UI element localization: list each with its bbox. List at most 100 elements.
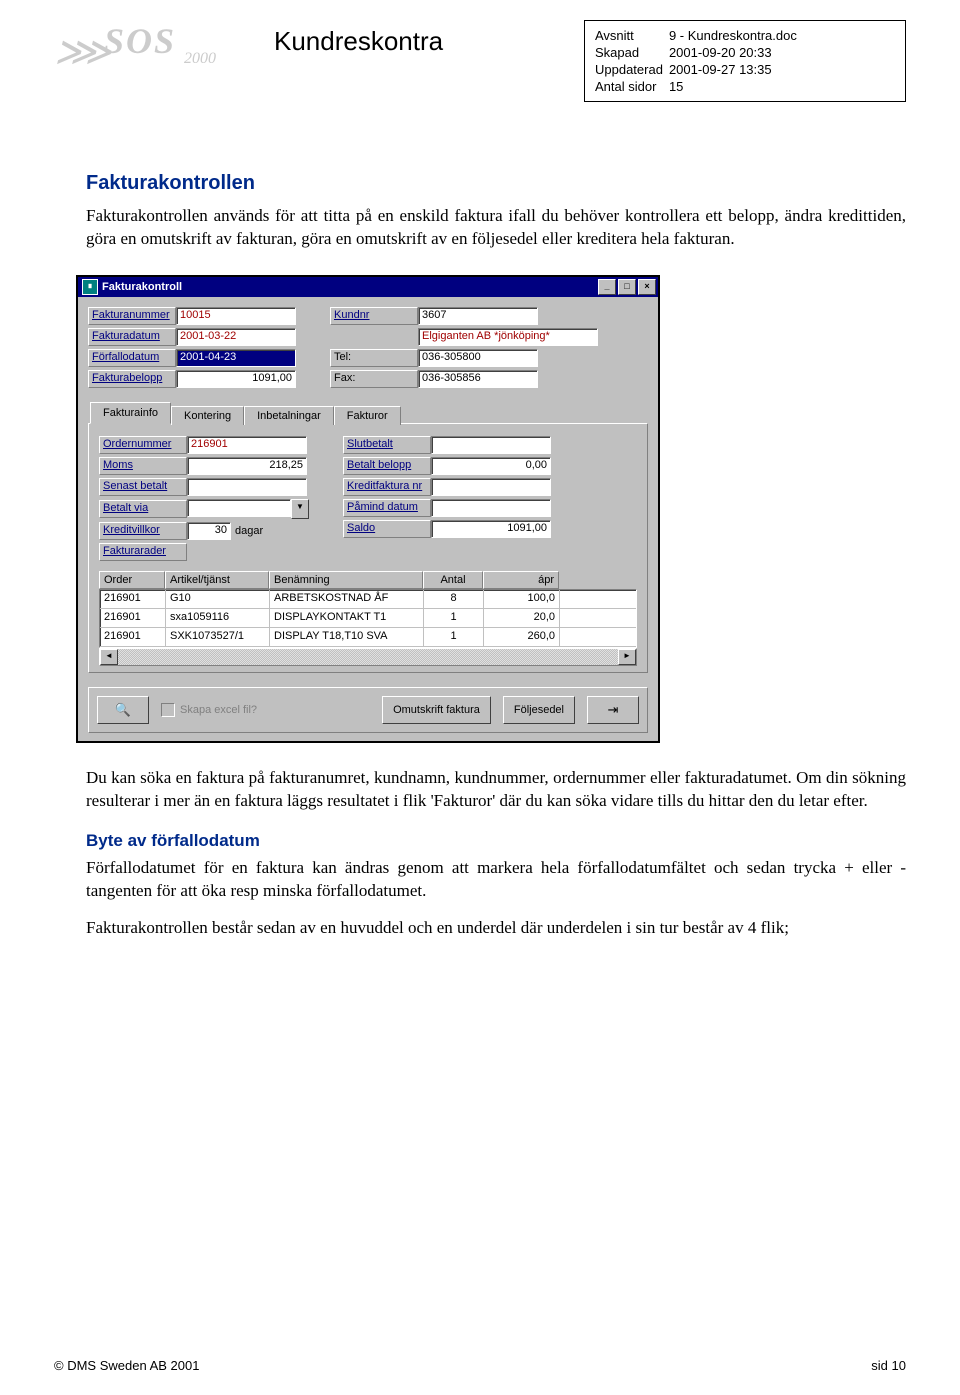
field-label[interactable]: Fakturarader (99, 543, 187, 561)
field-value[interactable] (187, 499, 291, 517)
field-label[interactable]: Kreditfaktura nr (343, 478, 431, 496)
field-value[interactable]: 2001-03-22 (176, 328, 296, 346)
cell: 1 (424, 628, 484, 646)
checkbox-icon (161, 703, 175, 717)
section-title: Fakturakontrollen (86, 172, 906, 195)
cell: 8 (424, 590, 484, 608)
field-value[interactable]: 2001-04-23 (176, 349, 296, 367)
footer-copyright: © DMS Sweden AB 2001 (54, 1358, 199, 1373)
cell: 216901 (100, 609, 166, 627)
field-label[interactable]: Saldo (343, 520, 431, 538)
cell: 216901 (100, 628, 166, 646)
cell: 100,0 (484, 590, 560, 608)
meta-key: Uppdaterad (595, 61, 669, 78)
field-label[interactable]: Förfallodatum (88, 349, 176, 367)
footer-page: sid 10 (871, 1358, 906, 1373)
scroll-left-icon[interactable]: ◄ (100, 649, 118, 665)
field-label[interactable]: Slutbetalt (343, 436, 431, 454)
field-label[interactable]: Moms (99, 457, 187, 475)
field-value[interactable]: Elgiganten AB *jönköping* (418, 328, 598, 346)
cell: G10 (166, 590, 270, 608)
tab-fakturainfo[interactable]: Fakturainfo (90, 402, 171, 424)
meta-val: 15 (669, 78, 803, 95)
foljesedel-button[interactable]: Följesedel (503, 696, 575, 724)
col-header[interactable]: Antal (423, 571, 483, 589)
hscrollbar[interactable]: ◄ ► (99, 648, 637, 666)
exit-button[interactable]: ⇥ (587, 696, 639, 724)
window-fakturakontroll: ∎ Fakturakontroll _ □ × Fakturanummer100… (76, 275, 660, 743)
field-label: Tel: (330, 349, 418, 367)
field-label[interactable]: Fakturadatum (88, 328, 176, 346)
exit-icon: ⇥ (608, 702, 619, 718)
field-label[interactable]: Kundnr (330, 307, 418, 325)
search-button[interactable]: 🔍 (97, 696, 149, 724)
field-label[interactable]: Betalt via (99, 500, 187, 518)
field-label: Fax: (330, 370, 418, 388)
body-text: Fakturakontrollen används för att titta … (86, 205, 906, 251)
table-row[interactable]: 216901G10ARBETSKOSTNAD ÅF8100,0 (100, 590, 636, 609)
app-icon: ∎ (82, 279, 98, 295)
excel-checkbox[interactable]: Skapa excel fil? (161, 703, 257, 717)
col-header[interactable]: Artikel/tjänst (165, 571, 269, 589)
field-value[interactable]: 10015 (176, 307, 296, 325)
field-value[interactable]: 036-305856 (418, 370, 538, 388)
field-label[interactable]: Fakturanummer (88, 307, 176, 325)
field-label[interactable]: Fakturabelopp (88, 370, 176, 388)
meta-key: Skapad (595, 44, 669, 61)
col-header[interactable]: Benämning (269, 571, 423, 589)
field-value[interactable]: 0,00 (431, 457, 551, 475)
meta-val: 9 - Kundreskontra.doc (669, 27, 803, 44)
col-header[interactable]: ápr (483, 571, 559, 589)
table-row[interactable]: 216901SXK1073527/1DISPLAY T18,T10 SVA126… (100, 628, 636, 647)
field-value[interactable] (431, 436, 551, 454)
field-value[interactable]: 1091,00 (431, 520, 551, 538)
unit-label: dagar (235, 525, 263, 537)
tab-bar: FakturainfoKonteringInbetalningarFakturo… (88, 402, 648, 424)
close-button[interactable]: × (638, 279, 656, 295)
meta-val: 2001-09-20 20:33 (669, 44, 803, 61)
window-title: Fakturakontroll (102, 281, 182, 293)
body-text: Förfallodatumet för en faktura kan ändra… (86, 857, 906, 903)
table-row[interactable]: 216901sxa1059116DISPLAYKONTAKT T1120,0 (100, 609, 636, 628)
meta-val: 2001-09-27 13:35 (669, 61, 803, 78)
field-value[interactable]: 216901 (187, 436, 307, 454)
field-value[interactable] (187, 478, 307, 496)
cell: 216901 (100, 590, 166, 608)
scroll-right-icon[interactable]: ► (618, 649, 636, 665)
body-text: Fakturakontrollen består sedan av en huv… (86, 917, 906, 940)
tab-inbetalningar[interactable]: Inbetalningar (244, 406, 334, 425)
tab-kontering[interactable]: Kontering (171, 406, 244, 425)
dropdown-icon[interactable]: ▼ (291, 499, 309, 519)
field-value[interactable]: 036-305800 (418, 349, 538, 367)
maximize-button[interactable]: □ (618, 279, 636, 295)
field-value[interactable]: 218,25 (187, 457, 307, 475)
titlebar[interactable]: ∎ Fakturakontroll _ □ × (78, 277, 658, 297)
omutskrift-button[interactable]: Omutskrift faktura (382, 696, 491, 724)
field-value[interactable]: 3607 (418, 307, 538, 325)
field-value[interactable]: 1091,00 (176, 370, 296, 388)
field-label[interactable]: Senast betalt (99, 478, 187, 496)
cell: 1 (424, 609, 484, 627)
field-label[interactable]: Ordernummer (99, 436, 187, 454)
metadata-box: Avsnitt9 - Kundreskontra.docSkapad2001-0… (584, 20, 906, 102)
field-value[interactable] (431, 478, 551, 496)
field-value[interactable] (431, 499, 551, 517)
cell: SXK1073527/1 (166, 628, 270, 646)
cell: 260,0 (484, 628, 560, 646)
field-value[interactable]: 30 (187, 522, 231, 540)
cell: ARBETSKOSTNAD ÅF (270, 590, 424, 608)
tab-panel: Ordernummer216901Moms218,25Senast betalt… (88, 423, 648, 673)
meta-key: Avsnitt (595, 27, 669, 44)
cell: 20,0 (484, 609, 560, 627)
minimize-button[interactable]: _ (598, 279, 616, 295)
field-label[interactable]: Betalt belopp (343, 457, 431, 475)
col-header[interactable]: Order (99, 571, 165, 589)
field-label[interactable]: Påmind datum (343, 499, 431, 517)
body-text: Du kan söka en faktura på fakturanumret,… (86, 767, 906, 813)
binoculars-icon: 🔍 (115, 702, 131, 718)
tab-fakturor[interactable]: Fakturor (334, 406, 401, 425)
meta-key: Antal sidor (595, 78, 669, 95)
field-label[interactable]: Kreditvillkor (99, 522, 187, 540)
action-bar: 🔍 Skapa excel fil? Omutskrift faktura Fö… (88, 687, 648, 733)
cell: sxa1059116 (166, 609, 270, 627)
